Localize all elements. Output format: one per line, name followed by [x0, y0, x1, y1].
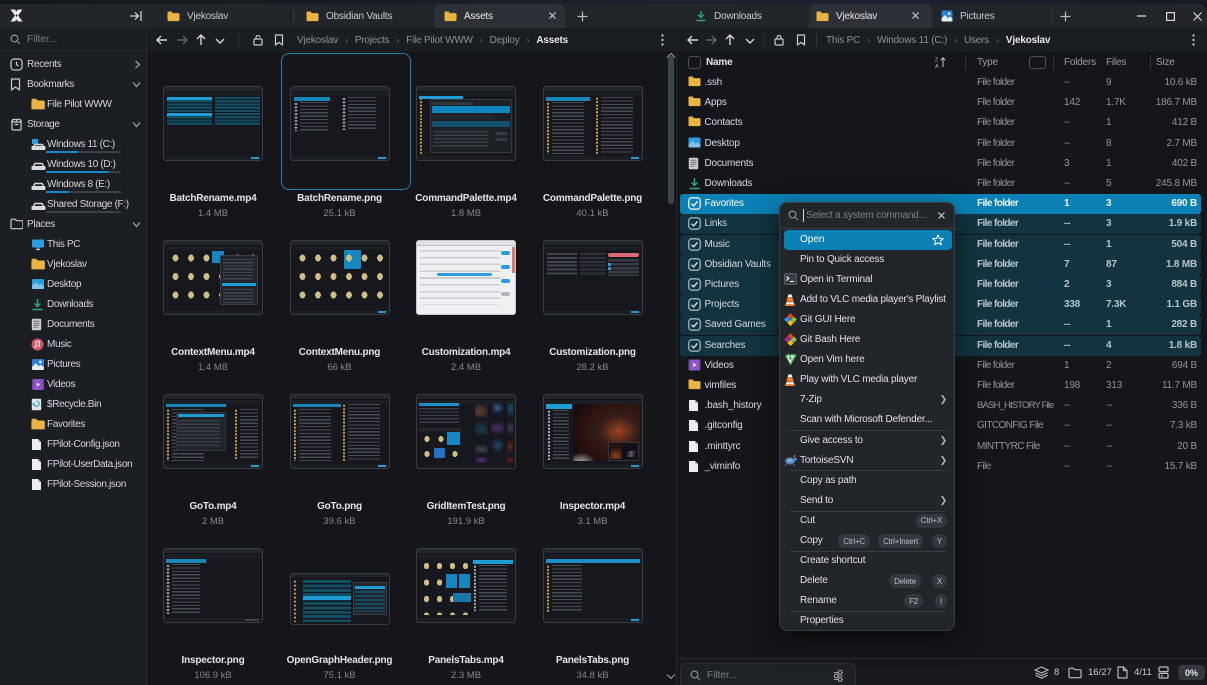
svg-text:A: A: [935, 64, 939, 69]
svg-text:Z: Z: [935, 58, 939, 64]
